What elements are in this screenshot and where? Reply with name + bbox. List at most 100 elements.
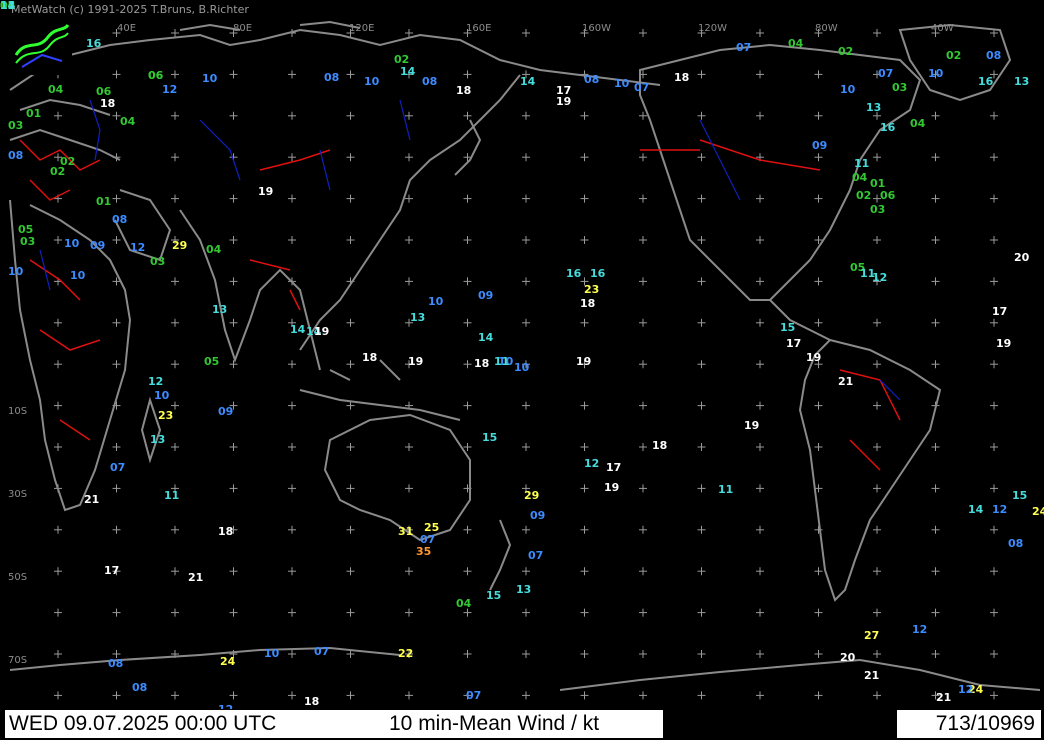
wind-speed-value: 11 [494, 355, 510, 368]
wind-speed-value: 12 [872, 271, 888, 284]
wind-speed-value: 19 [576, 355, 592, 368]
wind-speed-value: 03 [8, 119, 24, 132]
wind-speed-value: 06 [96, 85, 112, 98]
wind-speed-value: 11 [854, 157, 870, 170]
wind-speed-value: 02 [838, 45, 854, 58]
latitude-label: 70S [8, 655, 27, 666]
wind-speed-value: 19 [604, 481, 620, 494]
wind-speed-value: 18 [304, 695, 320, 708]
footer-datetime: WED 09.07.2025 00:00 UTC [9, 712, 277, 735]
wind-speed-value: 01 [96, 195, 112, 208]
wind-speed-value: 03 [20, 235, 36, 248]
wind-speed-value: 13 [866, 101, 882, 114]
wind-speed-value: 21 [838, 375, 854, 388]
wind-speed-value: 31 [398, 525, 414, 538]
wind-speed-value: 07 [736, 41, 752, 54]
wind-speed-value: 17 [104, 564, 120, 577]
wind-speed-value: 13 [1014, 75, 1030, 88]
wind-speed-value: 10 [614, 77, 630, 90]
wind-speed-value: 08 [8, 149, 24, 162]
wind-speed-value: 16 [590, 267, 606, 280]
wind-speed-value: 19 [556, 95, 572, 108]
wind-speed-value: 04 [852, 171, 868, 184]
wind-speed-value: 07 [314, 645, 330, 658]
wind-speed-value: 18 [456, 84, 472, 97]
wind-speed-value: 15 [1012, 489, 1028, 502]
latitude-label: 50S [8, 572, 27, 583]
longitude-label: 120W [698, 23, 727, 34]
wind-speed-value: 14 [290, 323, 306, 336]
wind-speed-value: 14 [520, 75, 536, 88]
wind-speed-value: 14 [968, 503, 984, 516]
wind-speed-value: 16 [566, 267, 582, 280]
wind-speed-value: 07 [110, 461, 126, 474]
wind-speed-value: 08 [108, 657, 124, 670]
footer-info-box: WED 09.07.2025 00:00 UTC 10 min-Mean Win… [4, 709, 664, 739]
longitude-label: 160W [582, 23, 611, 34]
wind-speed-value: 10 [64, 237, 80, 250]
wind-speed-value: 07 [420, 533, 436, 546]
wind-speed-value: 19 [744, 419, 760, 432]
wind-speed-value: 03 [150, 255, 166, 268]
wind-speed-value: 02 [856, 189, 872, 202]
wind-speed-value: 18 [218, 525, 234, 538]
wind-speed-value: 18 [474, 357, 490, 370]
wind-speed-value: 10 [514, 361, 530, 374]
wind-speed-value: 19 [314, 325, 330, 338]
wind-speed-value: 12 [992, 503, 1008, 516]
wind-speed-value: 18 [580, 297, 596, 310]
wind-speed-value: 11 [718, 483, 734, 496]
wind-speed-value: 18 [674, 71, 690, 84]
wind-speed-value: 07 [466, 689, 482, 702]
wind-speed-value: 11 [164, 489, 180, 502]
wind-speed-value: 08 [422, 75, 438, 88]
wind-speed-value: 09 [218, 405, 234, 418]
wind-speed-value: 29 [524, 489, 540, 502]
wind-speed-value: 01 [870, 177, 886, 190]
wind-speed-value: 10 [928, 67, 944, 80]
wind-speed-value: 03 [870, 203, 886, 216]
wind-speed-value: 21 [864, 669, 880, 682]
wind-speed-value: 12 [130, 241, 146, 254]
wind-speed-value: 07 [634, 81, 650, 94]
wind-speed-value: 16 [86, 37, 102, 50]
wind-speed-value: 23 [584, 283, 600, 296]
wind-speed-value: 19 [258, 185, 274, 198]
latitude-label: 10S [8, 406, 27, 417]
wind-speed-value: 10 [70, 269, 86, 282]
wind-speed-value: 08 [112, 213, 128, 226]
wind-speed-value: 03 [892, 81, 908, 94]
wind-speed-value: 23 [158, 409, 174, 422]
wind-speed-value: 20 [1014, 251, 1030, 264]
wind-speed-value: 02 [946, 49, 962, 62]
wind-speed-value: 17 [786, 337, 802, 350]
wind-speed-value: 20 [840, 651, 856, 664]
wind-speed-value: 22 [398, 647, 414, 660]
longitude-label: 120E [349, 23, 374, 34]
wind-speed-value: 24 [1032, 505, 1044, 518]
wind-speed-value: 12 [162, 83, 178, 96]
wind-speed-value: 19 [408, 355, 424, 368]
wind-speed-value: 08 [986, 49, 1002, 62]
wind-speed-value: 01 [26, 107, 42, 120]
wind-speed-value: 21 [84, 493, 100, 506]
wind-speed-value: 18 [652, 439, 668, 452]
wind-speed-value: 09 [478, 289, 494, 302]
wind-speed-value: 08 [1008, 537, 1024, 550]
wind-speed-value: 35 [416, 545, 432, 558]
wind-speed-value: 10 [202, 72, 218, 85]
metwatch-logo [12, 21, 72, 75]
wind-speed-value: 27 [864, 629, 880, 642]
wind-speed-value: 15 [780, 321, 796, 334]
wind-speed-value: 04 [206, 243, 222, 256]
wind-speed-value: 04 [120, 115, 136, 128]
wind-speed-value: 06 [148, 69, 164, 82]
wind-speed-value: 09 [812, 139, 828, 152]
wind-speed-value: 14 [478, 331, 494, 344]
credit-text: MetWatch (c) 1991-2025 T.Bruns, B.Richte… [11, 3, 249, 16]
wind-speed-value: 16 [880, 121, 896, 134]
longitude-label: 40E [117, 23, 136, 34]
wind-speed-value: 12 [148, 375, 164, 388]
longitude-label: 40W [931, 23, 954, 34]
wind-speed-value: 04 [456, 597, 472, 610]
